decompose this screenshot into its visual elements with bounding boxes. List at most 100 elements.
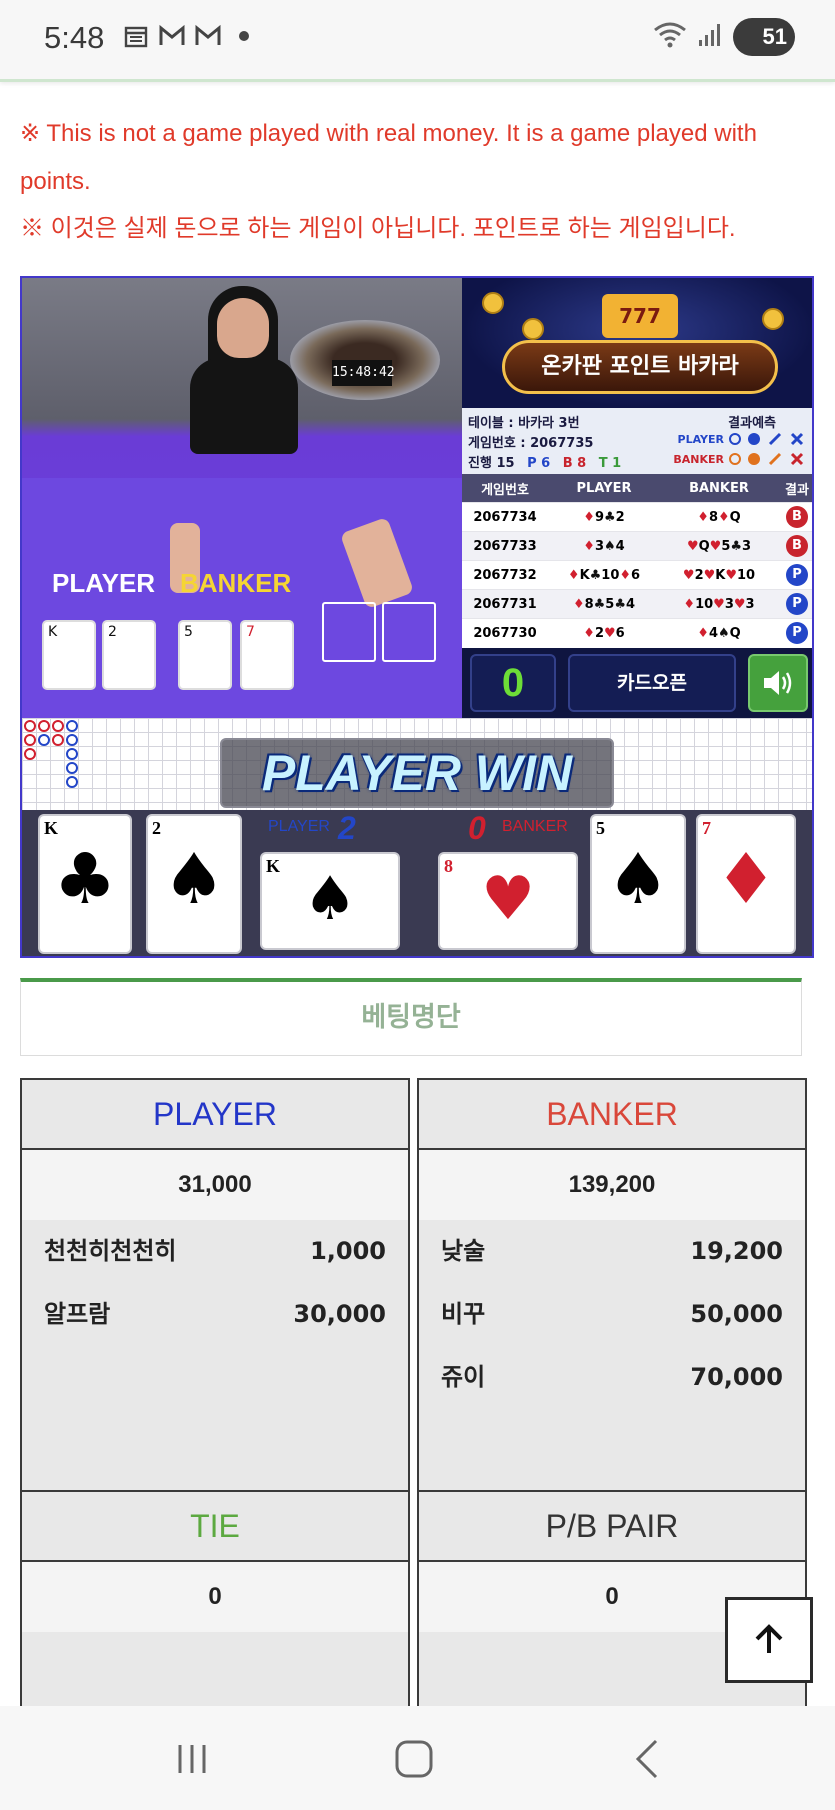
- road-player-dot: [38, 734, 50, 746]
- progress-label: 진행 15: [468, 456, 515, 471]
- video-card: 5: [180, 622, 230, 688]
- status-time: 5:48: [44, 20, 105, 55]
- history-table: 게임번호 PLAYER BANKER 결과 2067734 ♦9♣2 ♦8♦Q B 20…: [462, 474, 812, 648]
- pair-bet-title: P/B PAIR: [419, 1492, 805, 1562]
- card-rank: 2: [152, 818, 161, 838]
- history-card-suit: ♦: [697, 509, 709, 525]
- prediction-label: 결과예측: [728, 416, 776, 431]
- history-card-rank: 3: [724, 596, 734, 612]
- history-card-rank: 5: [721, 538, 731, 554]
- history-row: 2067731 ♦8♣5♣4 ♦10♥3♥3 P: [462, 589, 812, 618]
- result-badge: P: [786, 622, 808, 644]
- road-player-dot: [66, 776, 78, 788]
- card-rank: K: [44, 818, 59, 838]
- notice-korean: ※ 이것은 실제 돈으로 하는 게임이 아닙니다. 포인트로 하는 게임입니다.: [20, 215, 736, 242]
- speaker-icon: [764, 671, 792, 695]
- bet-amount: 70,000: [690, 1363, 783, 1391]
- history-card-rank: 3: [742, 538, 752, 554]
- history-card-rank: 4: [615, 538, 625, 554]
- player-side-label: PLAYER: [268, 818, 330, 835]
- history-result: P: [778, 593, 812, 615]
- sound-button[interactable]: [748, 654, 808, 712]
- table-name: 테이블 : 바카라 3번: [468, 416, 580, 431]
- road-banker-dot: [38, 720, 50, 732]
- history-banker-cards: ♦4♠Q: [660, 626, 778, 641]
- cards-row: K ♣ 2 ♠ PLAYER 2 K ♠ 0 BANKER 8 ♥ 5 ♠ 7 …: [22, 810, 812, 956]
- bettor-name: 낮술: [441, 1237, 486, 1265]
- history-card-suit: ♦: [583, 625, 595, 641]
- back-icon: [635, 1739, 658, 1779]
- history-card-suit: ♦: [683, 596, 696, 612]
- history-card-rank: 6: [631, 567, 641, 583]
- bet-entry: 쥬이 70,000: [419, 1346, 805, 1409]
- history-card-suit: ♦: [583, 509, 595, 525]
- history-card-suit: ♦: [717, 509, 730, 525]
- status-notification-icons: [122, 22, 258, 50]
- card-open-button[interactable]: 카드오픈: [568, 654, 736, 712]
- recent-apps-button[interactable]: [162, 1736, 222, 1782]
- video-card-slot: [322, 602, 376, 662]
- road-banker-dot: [24, 720, 36, 732]
- history-banker-cards: ♦8♦Q: [660, 510, 778, 525]
- home-button[interactable]: [384, 1736, 444, 1782]
- history-card-rank: 10: [737, 567, 756, 583]
- bettor-name: 쥬이: [441, 1363, 486, 1391]
- history-card-suit: ♠: [604, 538, 616, 554]
- system-nav-bar: [0, 1706, 835, 1810]
- road-banker-dot: [24, 748, 36, 760]
- history-card-suit: ♣: [604, 509, 616, 525]
- history-result: P: [778, 622, 812, 644]
- banker-prediction-icons: [729, 452, 804, 466]
- prediction-player-label: PLAYER: [677, 432, 724, 446]
- history-card-rank: K: [579, 567, 590, 583]
- history-card-suit: ♥: [713, 596, 725, 612]
- history-card-suit: ♠: [717, 625, 730, 641]
- banker-bet-title: BANKER: [419, 1080, 805, 1150]
- history-result: P: [778, 564, 812, 586]
- bet-entry: 알프람 30,000: [22, 1283, 408, 1346]
- history-card-suit: ♦: [583, 538, 595, 554]
- history-card-suit: ♣: [730, 538, 743, 554]
- history-card-suit: ♦: [572, 596, 585, 612]
- history-card-rank: 8: [584, 596, 594, 612]
- history-game-id: 2067731: [473, 596, 537, 612]
- banker-side-label: BANKER: [502, 818, 568, 835]
- win-banner: PLAYER WIN: [220, 738, 614, 808]
- history-card-suit: ♥: [725, 567, 737, 583]
- road-player-dot: [66, 734, 78, 746]
- banker-bet-total: 139,200: [419, 1150, 805, 1220]
- prediction-banker-label: BANKER: [673, 452, 724, 466]
- history-card-rank: 2: [615, 509, 625, 525]
- player-card-2: 2 ♠: [148, 816, 240, 952]
- history-row: 2067730 ♦2♥6 ♦4♠Q P: [462, 618, 812, 647]
- player-card-1: K ♣: [40, 816, 130, 952]
- scroll-to-top-button[interactable]: [725, 1597, 813, 1683]
- gmail-icon: [194, 22, 222, 50]
- bet-amount: 30,000: [293, 1300, 386, 1328]
- slot-machine: 777: [602, 294, 678, 338]
- history-card-rank: 4: [626, 596, 636, 612]
- banker-score: 0: [468, 810, 486, 846]
- result-badge: B: [786, 506, 808, 528]
- game-info: 테이블 : 바카라 3번 게임번호 : 2067735 진행 15 P 6 B …: [462, 408, 812, 474]
- status-bar: 5:48 51: [0, 0, 835, 82]
- banker-prediction[interactable]: BANKER: [673, 452, 806, 466]
- player-bet-total: 31,000: [22, 1150, 408, 1220]
- bet-amount: 50,000: [690, 1300, 783, 1328]
- history-card-rank: 2: [694, 567, 704, 583]
- history-card-suit: ♣: [593, 596, 606, 612]
- history-card-rank: Q: [729, 625, 741, 641]
- road-banker-dot: [24, 734, 36, 746]
- player-prediction-icons: [729, 432, 804, 446]
- history-header: 게임번호 PLAYER BANKER 결과: [462, 474, 812, 502]
- video-card: K: [44, 622, 94, 688]
- history-card-rank: 3: [594, 538, 604, 554]
- road-player-dot: [66, 762, 78, 774]
- result-badge: B: [786, 535, 808, 557]
- back-button[interactable]: [618, 1736, 678, 1782]
- banker-bet-box: BANKER 139,200 낮술 19,200 비꾸 50,000 쥬이 70…: [417, 1078, 807, 1492]
- bet-amount: 19,200: [690, 1237, 783, 1265]
- history-game-id: 2067733: [473, 538, 537, 554]
- history-col-player: PLAYER: [576, 480, 632, 496]
- player-prediction[interactable]: PLAYER: [678, 432, 806, 446]
